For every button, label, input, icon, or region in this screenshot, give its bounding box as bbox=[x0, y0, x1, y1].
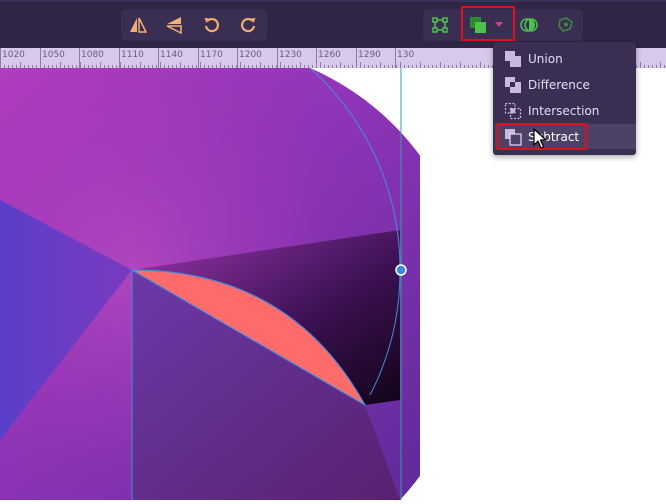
rotate-counterclockwise-icon bbox=[203, 16, 221, 34]
menu-item-union[interactable]: Union bbox=[495, 46, 636, 71]
ruler-label: 1200 bbox=[239, 50, 262, 60]
path-edit-button[interactable] bbox=[425, 9, 454, 41]
mask-icon bbox=[519, 16, 538, 34]
cursor-arrow-icon bbox=[533, 128, 547, 154]
align-distribute-button[interactable] bbox=[551, 9, 580, 41]
ruler-label: 1170 bbox=[200, 50, 223, 60]
rotate-clockwise-icon bbox=[239, 16, 257, 34]
ruler-major-tick bbox=[198, 48, 199, 68]
ruler-label: 130 bbox=[397, 50, 415, 60]
ruler-label: 1050 bbox=[42, 50, 65, 60]
menu-item-difference[interactable]: Difference bbox=[495, 72, 636, 97]
ruler-label: 1230 bbox=[279, 50, 302, 60]
boolean-dropdown-button[interactable] bbox=[491, 9, 507, 41]
union-icon bbox=[503, 49, 523, 69]
ruler-major-tick bbox=[237, 48, 238, 68]
menu-item-intersection-label: Intersection bbox=[528, 103, 600, 118]
ruler-major-tick bbox=[277, 48, 278, 68]
mouse-cursor bbox=[533, 128, 547, 154]
ruler-label: 1080 bbox=[81, 50, 104, 60]
menu-item-intersection[interactable]: Intersection bbox=[495, 98, 636, 123]
flip-horizontal-button[interactable] bbox=[123, 9, 152, 41]
ruler-label: 1020 bbox=[2, 50, 25, 60]
ruler-label: 1140 bbox=[160, 50, 183, 60]
boolean-operations-menu: Union Difference Intersection Subtract bbox=[493, 42, 636, 155]
ruler-major-tick bbox=[158, 48, 159, 68]
flip-vertical-button[interactable] bbox=[159, 9, 188, 41]
flip-vertical-icon bbox=[166, 16, 182, 34]
selection-handle[interactable] bbox=[395, 264, 407, 276]
rotate-clockwise-button[interactable] bbox=[233, 9, 262, 41]
path-edit-icon bbox=[431, 16, 449, 34]
boolean-operations-icon bbox=[468, 15, 488, 35]
align-distribute-icon bbox=[557, 16, 575, 34]
boolean-operations-button[interactable] bbox=[463, 9, 492, 41]
path-tool-group bbox=[423, 9, 583, 41]
mask-button[interactable] bbox=[514, 9, 543, 41]
dropdown-arrow-icon bbox=[495, 22, 503, 28]
difference-icon bbox=[503, 75, 523, 95]
ruler-label: 1110 bbox=[121, 50, 144, 60]
menu-item-union-label: Union bbox=[528, 51, 563, 66]
toolbar bbox=[0, 0, 666, 48]
ruler-label: 1260 bbox=[318, 50, 341, 60]
ruler-label: 1290 bbox=[358, 50, 381, 60]
menu-item-difference-label: Difference bbox=[528, 77, 590, 92]
intersection-icon bbox=[503, 101, 523, 121]
flip-horizontal-icon bbox=[129, 17, 147, 33]
toolbar-top-border bbox=[0, 0, 666, 2]
rotate-counterclockwise-button[interactable] bbox=[197, 9, 226, 41]
subtract-icon bbox=[503, 127, 523, 147]
menu-item-subtract[interactable]: Subtract bbox=[495, 124, 636, 149]
transform-tool-group bbox=[121, 9, 267, 41]
